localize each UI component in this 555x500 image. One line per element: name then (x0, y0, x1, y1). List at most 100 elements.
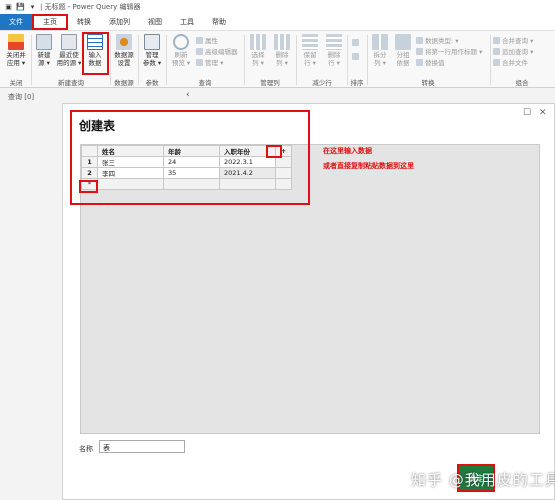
append-queries-button[interactable]: 追加查询 ▾ (493, 46, 533, 56)
group-label-transform: 转换 (421, 79, 435, 87)
close-apply-icon (8, 34, 24, 50)
manage-button[interactable]: 管理 ▾ (196, 57, 223, 67)
refresh-icon (173, 34, 189, 50)
gear-icon (116, 34, 132, 50)
properties-label: 属性 (205, 37, 218, 45)
highlight-add-row (79, 180, 98, 193)
refresh-preview-button[interactable]: 刷新 预览 ▾ (169, 34, 193, 67)
keep-rows-button[interactable]: 保留 行 ▾ (299, 34, 321, 67)
first-row-header-label: 将第一行用作标题 ▾ (425, 48, 483, 56)
tab-view[interactable]: 视图 (139, 14, 171, 30)
manage-params-label-2: 参数 ▾ (142, 59, 162, 67)
close-apply-button[interactable]: 关闭并 应用 ▾ (3, 34, 29, 67)
remove-cols-label-2: 列 ▾ (276, 59, 288, 67)
window-title: | 无标题 - Power Query 编辑器 (40, 3, 141, 11)
tab-help[interactable]: 帮助 (203, 14, 235, 30)
group-separator (296, 35, 297, 85)
ds-settings-label-1: 数据源 (114, 51, 134, 59)
remove-columns-icon (274, 34, 290, 50)
highlight-add-column (266, 145, 282, 158)
manage-parameters-button[interactable]: 管理 参数 ▾ (140, 34, 164, 67)
app-icon: ▣ (5, 3, 12, 11)
maximize-icon[interactable]: ☐ (523, 108, 531, 118)
append-queries-icon (493, 47, 500, 55)
group-separator (138, 35, 139, 85)
group-label-close: 关闭 (9, 79, 23, 87)
group-label-reduce-rows: 减少行 (312, 79, 332, 87)
refresh-preview-label-1: 刷新 (174, 51, 188, 59)
recent-sources-icon (61, 34, 77, 50)
remove-columns-button[interactable]: 删除 列 ▾ (271, 34, 293, 67)
tab-home[interactable]: 主页 (32, 14, 68, 30)
group-label-combine: 组合 (515, 79, 529, 87)
tab-add-column[interactable]: 添加列 (100, 14, 139, 30)
watermark: 知乎 @我用皮的工具 (411, 471, 555, 489)
data-type-dropdown[interactable]: 数据类型: ▾ (416, 35, 459, 45)
new-source-icon (36, 34, 52, 50)
replace-values-button[interactable]: 替换值 (416, 57, 445, 67)
split-column-icon (372, 34, 388, 50)
advanced-editor-label: 高级编辑器 (205, 48, 238, 56)
choose-cols-label-1: 选择 (251, 51, 265, 59)
remove-rows-button[interactable]: 删除 行 ▾ (323, 34, 345, 67)
name-label: 名称 (79, 445, 93, 453)
close-icon[interactable]: ✕ (539, 108, 547, 118)
combine-files-label: 合并文件 (502, 59, 528, 67)
manage-icon (196, 58, 203, 66)
recent-sources-button[interactable]: 最近使 用的源 ▾ (56, 34, 82, 67)
remove-rows-icon (326, 34, 342, 50)
split-col-label-1: 拆分 (373, 51, 387, 59)
group-label-new-query: 新建查询 (58, 79, 84, 87)
group-separator (244, 35, 245, 85)
data-source-settings-button[interactable]: 数据源 设置 (112, 34, 136, 67)
advanced-editor-icon (196, 47, 203, 55)
remove-cols-label-1: 删除 (275, 51, 289, 59)
keep-rows-icon (302, 34, 318, 50)
properties-button[interactable]: 属性 (196, 35, 218, 45)
combine-files-button[interactable]: 合并文件 (493, 57, 528, 67)
group-label-sort: 排序 (350, 79, 364, 87)
highlight-enter-data (82, 32, 109, 75)
sort-ascending-icon (352, 39, 359, 46)
advanced-editor-button[interactable]: 高级编辑器 (196, 46, 238, 56)
choose-columns-button[interactable]: 选择 列 ▾ (247, 34, 269, 67)
save-icon[interactable]: 💾 (16, 3, 25, 12)
group-by-button[interactable]: 分组 依据 (392, 34, 414, 67)
close-apply-label-2: 应用 ▾ (6, 59, 26, 67)
choose-cols-label-2: 列 ▾ (252, 59, 264, 67)
sort-descending-button[interactable] (352, 53, 359, 60)
sort-ascending-button[interactable] (352, 39, 359, 46)
remove-rows-label-1: 删除 (327, 51, 341, 59)
replace-values-label: 替换值 (425, 59, 445, 67)
title-bar: ▣ 💾 ▾ | 无标题 - Power Query 编辑器 (0, 0, 555, 14)
recent-sources-label-2: 用的源 ▾ (56, 59, 82, 67)
group-separator (490, 35, 491, 85)
first-row-header-button[interactable]: 将第一行用作标题 ▾ (416, 46, 482, 56)
close-apply-label-1: 关闭并 (6, 51, 26, 59)
create-table-dialog: ☐ ✕ 创建表 姓名 年龄 入职年份 + 1 张三 24 2022.3.1 2 … (62, 103, 555, 500)
annotation-enter-data: 在这里输入数据 (323, 147, 372, 155)
split-column-button[interactable]: 拆分 列 ▾ (369, 34, 391, 67)
parameters-icon (144, 34, 160, 50)
recent-sources-label-1: 最近使 (59, 51, 79, 59)
split-col-label-2: 列 ▾ (374, 59, 386, 67)
new-source-label-2: 源 ▾ (38, 59, 50, 67)
choose-columns-icon (250, 34, 266, 50)
group-by-icon (395, 34, 411, 50)
tab-file[interactable]: 文件 (0, 14, 32, 30)
table-name-input[interactable]: 表 (99, 440, 185, 453)
keep-rows-label-2: 行 ▾ (304, 59, 316, 67)
tab-tools[interactable]: 工具 (171, 14, 203, 30)
chevron-down-icon[interactable]: ▾ (28, 3, 37, 12)
tab-transform[interactable]: 转换 (68, 14, 100, 30)
new-source-button[interactable]: 新建 源 ▾ (33, 34, 55, 67)
menu-bar: 文件 主页 转换 添加列 视图 工具 帮助 (0, 14, 555, 30)
sort-descending-icon (352, 53, 359, 60)
manage-label: 管理 ▾ (205, 59, 224, 67)
replace-values-icon (416, 58, 423, 66)
collapse-icon[interactable]: ‹ (186, 90, 190, 100)
new-source-label-1: 新建 (37, 51, 51, 59)
ds-settings-label-2: 设置 (117, 59, 131, 67)
merge-queries-button[interactable]: 合并查询 ▾ (493, 35, 533, 45)
group-separator (166, 35, 167, 85)
